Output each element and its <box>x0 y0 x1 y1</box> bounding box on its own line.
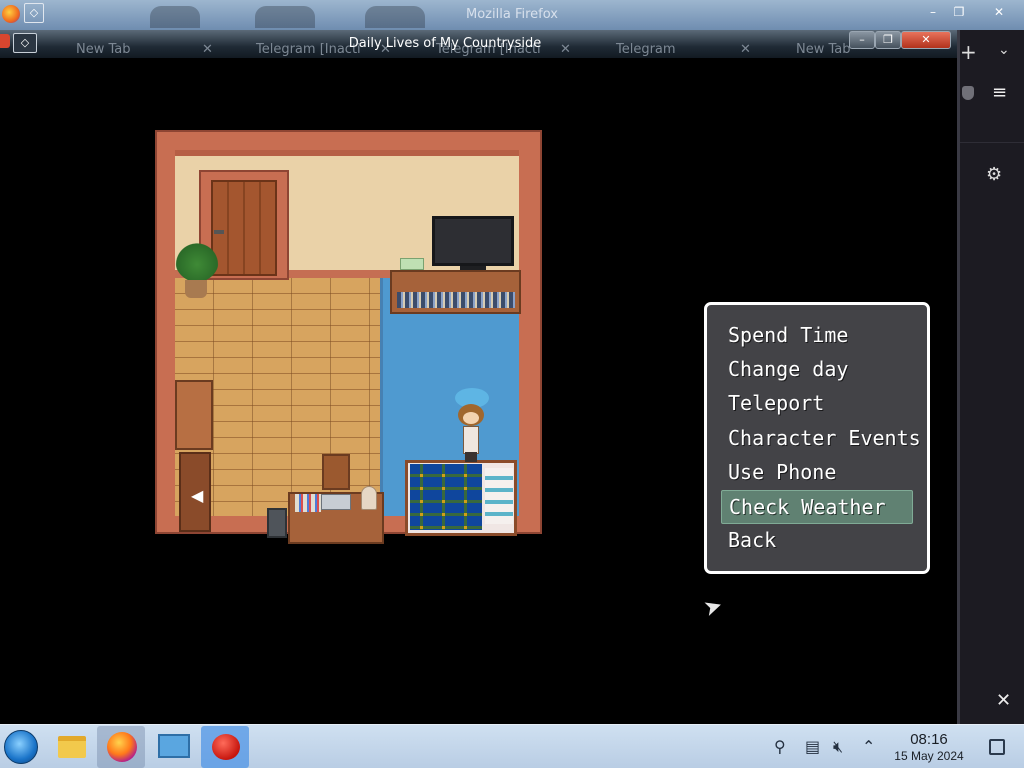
door[interactable] <box>211 180 277 276</box>
minimize-button[interactable]: – <box>920 2 946 22</box>
new-tab-icon[interactable]: + <box>960 40 977 64</box>
monitor-icon <box>158 734 190 758</box>
television[interactable] <box>432 216 514 266</box>
screen: ◇ Mozilla Firefox – ❐ ✕ + ⌄ ≡ ⚙ ✕ ◇ New … <box>0 0 1024 768</box>
desk-lamp <box>361 486 377 510</box>
close-panel-icon[interactable]: ✕ <box>996 690 1011 711</box>
desk-chair <box>322 454 350 490</box>
gear-icon[interactable]: ⚙ <box>986 164 1002 185</box>
show-desktop-icon[interactable] <box>989 739 1005 755</box>
hamburger-menu-icon[interactable]: ≡ <box>992 82 1007 103</box>
game-window: ◇ New Tab ✕ Telegram [Inacti ✕ Telegram … <box>0 30 957 724</box>
firefox-titlebar: ◇ Mozilla Firefox – ❐ ✕ <box>0 0 1024 30</box>
menu-item-use-phone[interactable]: Use Phone <box>721 456 913 490</box>
menu-item-back[interactable]: Back <box>721 524 913 558</box>
menu-item-teleport[interactable]: Teleport <box>721 387 913 421</box>
potted-plant <box>175 238 219 282</box>
tab-list-chevron-icon[interactable]: ⌄ <box>998 42 1010 58</box>
player-character-legs <box>465 452 477 462</box>
wooden-shelf <box>175 380 213 450</box>
game-window-title: Daily Lives of My Countryside <box>348 36 542 51</box>
tomato-icon <box>212 734 240 760</box>
taskbar-system-settings[interactable] <box>149 726 197 768</box>
game-maximize-button[interactable]: ❐ <box>875 31 901 49</box>
maximize-button[interactable]: ❐ <box>946 2 972 22</box>
clipboard-icon[interactable]: ▤ <box>805 737 820 756</box>
desk-books <box>295 494 321 512</box>
taskbar-firefox[interactable] <box>97 726 145 768</box>
left-arrow-icon[interactable]: ◀ <box>191 486 203 505</box>
start-button[interactable] <box>4 730 38 764</box>
taskbar-game[interactable] <box>201 726 249 768</box>
player-character-face <box>463 412 479 424</box>
wall-trim <box>175 150 519 156</box>
stack-of-papers <box>400 258 424 270</box>
menu-item-spend-time[interactable]: Spend Time <box>721 319 913 353</box>
bedroom-scene: ◀ <box>155 130 542 544</box>
chevron-up-icon[interactable]: ⌃ <box>862 737 875 756</box>
menu-item-change-day[interactable]: Change day <box>721 353 913 387</box>
game-close-button[interactable]: ✕ <box>901 31 951 49</box>
menu-item-character-events[interactable]: Character Events <box>721 422 921 456</box>
folder-icon <box>58 736 86 758</box>
game-titlebar: ◇ New Tab ✕ Telegram [Inacti ✕ Telegram … <box>0 30 957 58</box>
speaker-muted-icon[interactable]: 🔇︎ <box>833 737 843 757</box>
action-menu: Spend Time Change day Teleport Character… <box>704 302 930 574</box>
game-minimize-button[interactable]: – <box>849 31 875 49</box>
plant-pot <box>185 280 207 298</box>
close-button[interactable]: ✕ <box>986 2 1012 22</box>
firefox-icon <box>107 732 137 762</box>
bed-pillow <box>485 468 513 524</box>
firefox-side-strip: + ⌄ ≡ ⚙ ✕ <box>957 30 1024 724</box>
taskbar: ⚲ ▤ 🔇︎ ⌃ 08:16 15 May 2024 <box>0 724 1024 768</box>
shield-icon[interactable] <box>962 86 974 100</box>
door-handle <box>214 230 224 234</box>
player-character[interactable] <box>463 426 479 454</box>
game-canvas[interactable]: ◀ Spend Time Change day Teleport Charact… <box>0 58 953 724</box>
taskbar-file-manager[interactable] <box>46 726 94 768</box>
menu-item-check-weather[interactable]: Check Weather <box>721 489 913 525</box>
bed-blanket <box>410 464 482 530</box>
laptop <box>321 494 351 510</box>
trash-bin <box>267 508 287 538</box>
bookshelf-books <box>397 292 515 308</box>
network-icon[interactable]: ⚲ <box>774 737 786 756</box>
clock-time: 08:16 <box>910 731 948 748</box>
clock-date: 15 May 2024 <box>894 749 964 763</box>
divider <box>960 142 1024 143</box>
clock[interactable]: 08:16 15 May 2024 <box>878 731 980 763</box>
firefox-window-title: Mozilla Firefox <box>466 7 558 22</box>
